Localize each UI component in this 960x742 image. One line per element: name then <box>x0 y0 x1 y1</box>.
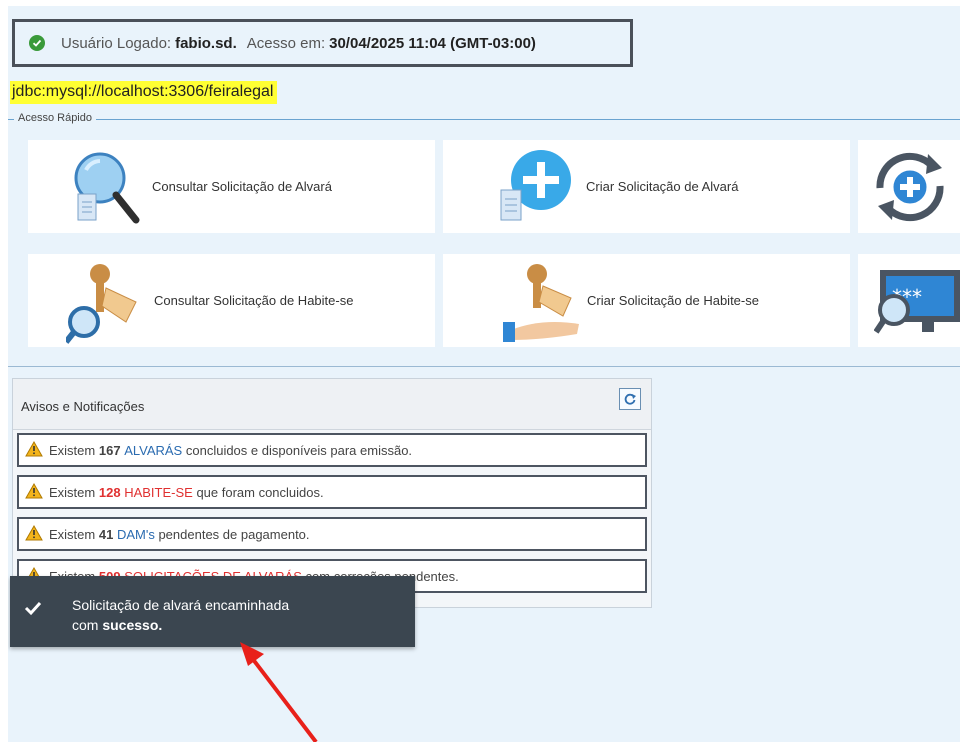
tile-criar-alvara[interactable]: Criar Solicitação de Alvará <box>443 140 850 233</box>
notice-entity: DAM's <box>116 526 155 542</box>
search-keys-icon <box>63 260 146 347</box>
access-label: Acesso em: <box>246 34 326 52</box>
notice-entity: HABITE-SE <box>124 484 193 500</box>
notice-prefix: Existem <box>49 526 96 542</box>
notifications-title: Avisos e Notificações <box>21 399 145 414</box>
page-body: Usuário Logado: fabio.sd. Acesso em: 30/… <box>8 6 960 742</box>
toast-line2-prefix: com <box>72 617 99 633</box>
notifications-header: Avisos e Notificações <box>13 379 651 430</box>
notice-item[interactable]: Existem 128 HABITE-SE que foram concluid… <box>17 475 647 509</box>
jdbc-url: jdbc:mysql://localhost:3306/feiralegal <box>10 81 278 104</box>
password-screen-icon: *** <box>873 264 960 341</box>
notice-suffix: concluidos e disponíveis para emissão. <box>185 442 413 458</box>
notifications-panel: Avisos e Notificações Existem 167 ALVARÁ… <box>12 378 652 608</box>
check-icon <box>24 600 42 619</box>
toast-line2-bold: sucesso. <box>102 617 163 633</box>
refresh-icon[interactable] <box>619 388 641 410</box>
notice-item[interactable]: Existem 167 ALVARÁS concluidos e disponí… <box>17 433 647 467</box>
notice-suffix: pendentes de pagamento. <box>158 526 310 542</box>
quick-access-divider <box>8 119 960 120</box>
section-divider <box>8 366 960 367</box>
quick-access-legend: Acesso Rápido <box>14 112 96 124</box>
warning-icon <box>25 482 43 502</box>
toast-line1: Solicitação de alvará encaminhada <box>72 597 290 613</box>
tile-label: Consultar Solicitação de Habite-se <box>154 293 354 308</box>
tile-consultar-habite-se[interactable]: Consultar Solicitação de Habite-se <box>28 254 435 347</box>
notice-suffix: que foram concluidos. <box>196 484 324 500</box>
logged-label: Usuário Logado: <box>61 34 172 52</box>
tile-sync-add[interactable] <box>858 140 960 233</box>
toast-line2: com sucesso. <box>72 615 289 635</box>
notice-prefix: Existem <box>49 484 96 500</box>
sync-add-icon <box>870 150 960 227</box>
search-document-icon <box>64 148 146 231</box>
hand-keys-icon <box>501 260 585 347</box>
warning-icon <box>25 524 43 544</box>
red-arrow-annotation <box>228 636 348 742</box>
notice-count: 128 <box>98 484 121 500</box>
notice-prefix: Existem <box>49 442 96 458</box>
tile-password-screen[interactable]: *** <box>858 254 960 347</box>
notice-count: 41 <box>98 526 114 542</box>
tile-consultar-alvara[interactable]: Consultar Solicitação de Alvará <box>28 140 435 233</box>
warning-icon <box>25 440 43 460</box>
notice-entity: ALVARÁS <box>124 442 183 458</box>
tile-label: Consultar Solicitação de Alvará <box>152 179 332 194</box>
notice-count: 167 <box>98 442 121 458</box>
notice-item[interactable]: Existem 41 DAM's pendentes de pagamento. <box>17 517 647 551</box>
access-datetime: 30/04/2025 11:04 (GMT-03:00) <box>329 34 536 52</box>
add-document-icon <box>495 146 579 233</box>
tile-criar-habite-se[interactable]: Criar Solicitação de Habite-se <box>443 254 850 347</box>
success-toast[interactable]: Solicitação de alvará encaminhada com su… <box>10 576 415 647</box>
logged-user-box: Usuário Logado: fabio.sd. Acesso em: 30/… <box>12 19 633 67</box>
tile-label: Criar Solicitação de Alvará <box>586 179 739 194</box>
tile-label: Criar Solicitação de Habite-se <box>587 293 759 308</box>
toast-message: Solicitação de alvará encaminhada com su… <box>72 595 289 635</box>
user-name: fabio.sd. <box>175 34 237 52</box>
check-circle-icon <box>29 35 45 51</box>
